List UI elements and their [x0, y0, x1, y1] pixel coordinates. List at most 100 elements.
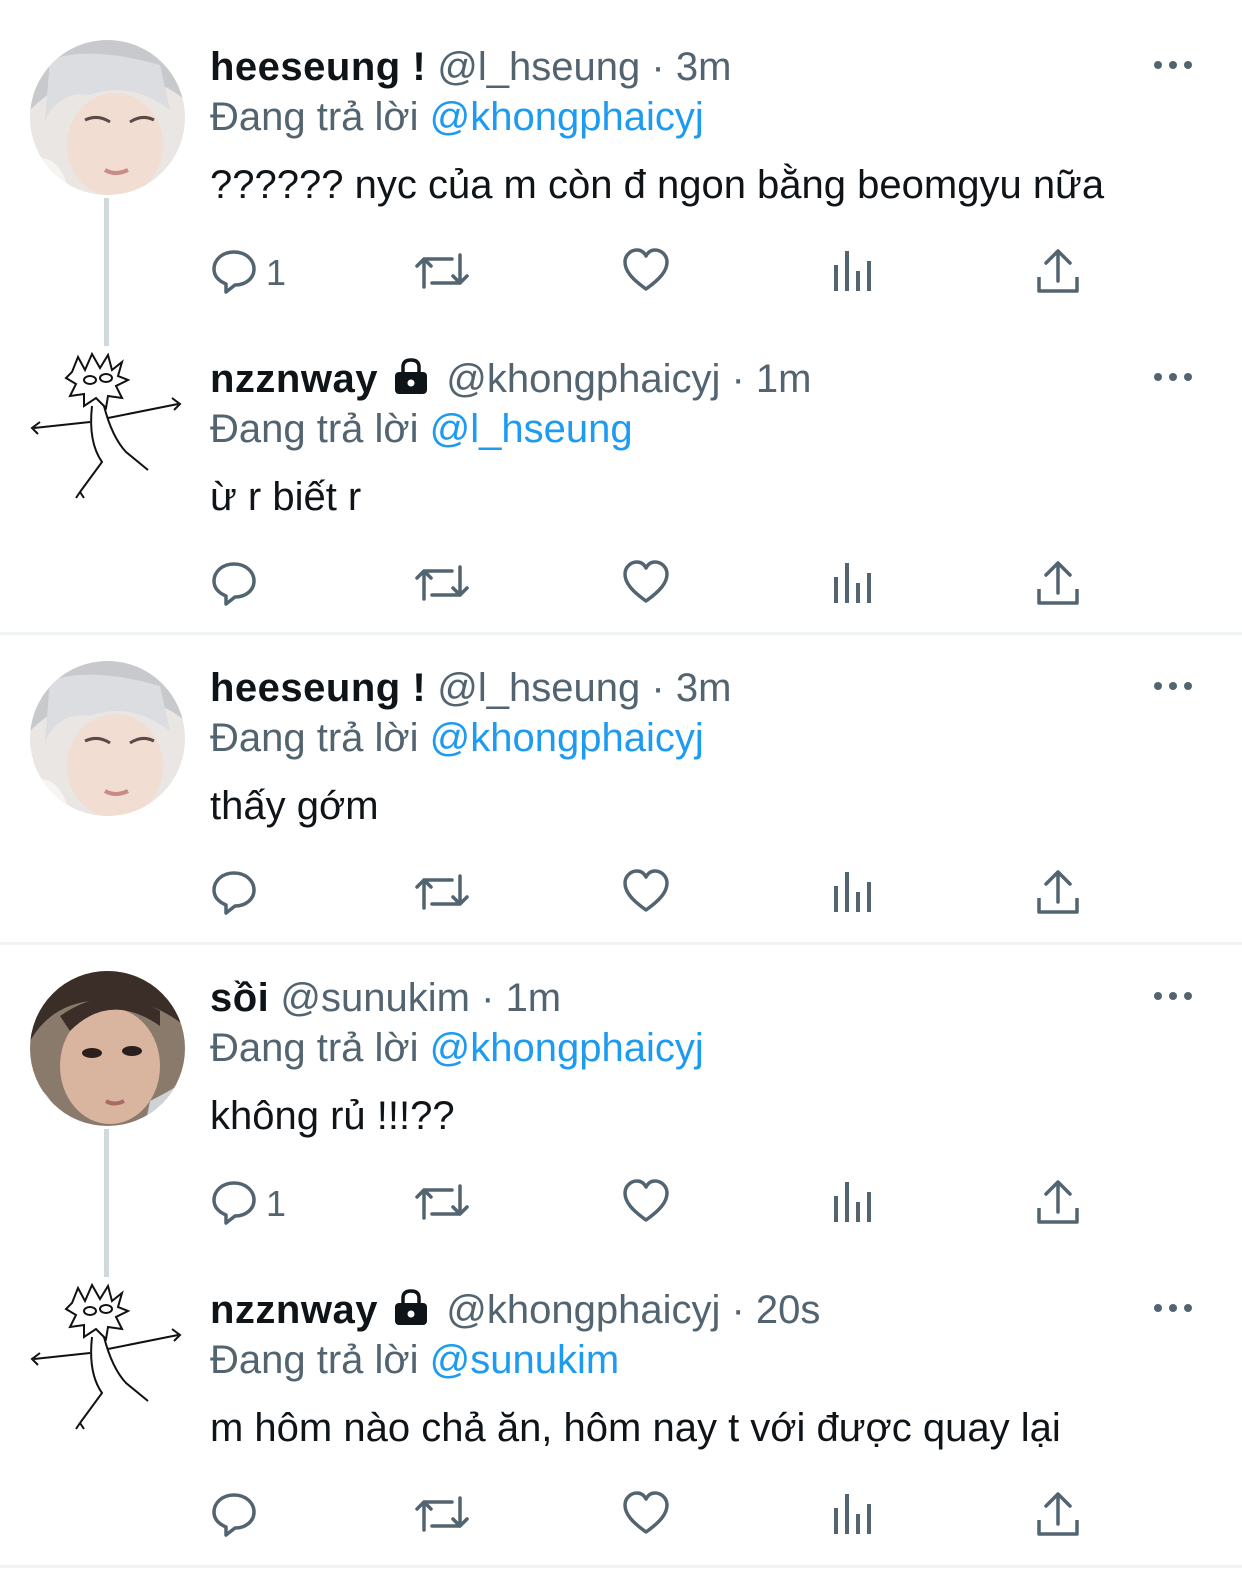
avatar[interactable] [30, 352, 185, 507]
username[interactable]: @khongphaicyj [446, 357, 720, 401]
mention-link[interactable]: @sunukim [430, 1338, 620, 1382]
display-name[interactable]: heeseung ! [210, 666, 426, 710]
tweet-header: sồi @sunukim · 1m [210, 973, 561, 1023]
tweet-text: không rủ !!!?? [210, 1094, 455, 1138]
replying-to-label: Đang trả lời [210, 95, 419, 139]
tweet-header: nzznway @khongphaicyj · 20s [210, 1285, 820, 1339]
mention-link[interactable]: @l_hseung [430, 407, 633, 451]
reply-icon [210, 1178, 258, 1231]
tweet-text: m hôm nào chả ăn, hôm nay t với được qua… [210, 1406, 1061, 1450]
retweet-button[interactable] [414, 1169, 470, 1239]
avatar[interactable] [30, 1283, 185, 1438]
reply-icon [210, 559, 258, 612]
avatar[interactable] [30, 971, 185, 1126]
divider [0, 1565, 1242, 1568]
username[interactable]: @sunukim [280, 976, 470, 1020]
share-button[interactable] [1034, 238, 1082, 308]
retweet-button[interactable] [414, 550, 470, 620]
divider [0, 632, 1242, 635]
like-icon [622, 247, 670, 300]
avatar[interactable] [30, 40, 185, 195]
separator-dot: · [731, 357, 745, 401]
lock-icon [391, 356, 431, 408]
replying-to-label: Đang trả lời [210, 716, 419, 760]
display-name[interactable]: heeseung ! [210, 45, 426, 89]
mention-link[interactable]: @khongphaicyj [430, 1026, 704, 1070]
retweet-button[interactable] [414, 1481, 470, 1551]
tweet[interactable]: heeseung ! @l_hseung · 3m Đang trả lời @… [0, 40, 1242, 312]
analytics-button[interactable] [830, 1481, 874, 1551]
more-icon[interactable] [1150, 663, 1196, 709]
reply-button[interactable] [210, 1481, 266, 1551]
tweet[interactable]: nzznway @khongphaicyj · 20s Đang trả lời… [0, 1283, 1242, 1555]
more-icon[interactable] [1150, 42, 1196, 88]
tweet[interactable]: heeseung ! @l_hseung · 3m Đang trả lời @… [0, 661, 1242, 933]
share-icon [1034, 868, 1082, 921]
tweet-actions [210, 859, 1110, 929]
reply-button[interactable]: 1 [210, 238, 286, 308]
analytics-button[interactable] [830, 859, 874, 929]
replying-to: Đang trả lời @l_hseung [210, 404, 633, 454]
share-button[interactable] [1034, 1169, 1082, 1239]
separator-dot: · [651, 666, 665, 710]
like-icon [622, 559, 670, 612]
analytics-button[interactable] [830, 238, 874, 308]
share-icon [1034, 1178, 1082, 1231]
more-icon[interactable] [1150, 354, 1196, 400]
like-button[interactable] [622, 238, 670, 308]
analytics-button[interactable] [830, 550, 874, 620]
more-icon[interactable] [1150, 1285, 1196, 1331]
display-name[interactable]: sồi [210, 976, 269, 1020]
replying-to: Đang trả lời @khongphaicyj [210, 713, 704, 763]
reply-button[interactable]: 1 [210, 1169, 286, 1239]
share-button[interactable] [1034, 859, 1082, 929]
timestamp[interactable]: 20s [756, 1288, 821, 1332]
share-icon [1034, 1490, 1082, 1543]
separator-dot: · [731, 1288, 745, 1332]
retweet-icon [414, 559, 470, 612]
like-button[interactable] [622, 859, 670, 929]
username[interactable]: @l_hseung [437, 666, 640, 710]
tweet-text: ?????? nyc của m còn đ ngon bằng beomgyu… [210, 163, 1105, 207]
tweet-header: heeseung ! @l_hseung · 3m [210, 663, 731, 713]
separator-dot: · [651, 45, 665, 89]
like-icon [622, 868, 670, 921]
retweet-icon [414, 868, 470, 921]
replying-to: Đang trả lời @khongphaicyj [210, 92, 704, 142]
tweet[interactable]: nzznway @khongphaicyj · 1m Đang trả lời … [0, 352, 1242, 624]
analytics-icon [830, 1178, 874, 1231]
tweet[interactable]: sồi @sunukim · 1m Đang trả lời @khongpha… [0, 971, 1242, 1243]
share-button[interactable] [1034, 550, 1082, 620]
timestamp[interactable]: 1m [756, 357, 812, 401]
replying-to: Đang trả lời @sunukim [210, 1335, 619, 1385]
like-button[interactable] [622, 550, 670, 620]
share-button[interactable] [1034, 1481, 1082, 1551]
timestamp[interactable]: 3m [676, 45, 732, 89]
lock-icon [391, 1287, 431, 1339]
like-button[interactable] [622, 1481, 670, 1551]
more-icon[interactable] [1150, 973, 1196, 1019]
analytics-icon [830, 247, 874, 300]
divider [0, 942, 1242, 945]
avatar[interactable] [30, 661, 185, 816]
mention-link[interactable]: @khongphaicyj [430, 716, 704, 760]
reply-count: 1 [266, 1183, 287, 1224]
username[interactable]: @l_hseung [437, 45, 640, 89]
like-button[interactable] [622, 1169, 670, 1239]
replying-to-label: Đang trả lời [210, 1338, 419, 1382]
retweet-button[interactable] [414, 238, 470, 308]
mention-link[interactable]: @khongphaicyj [430, 95, 704, 139]
reply-button[interactable] [210, 550, 266, 620]
timestamp[interactable]: 3m [676, 666, 732, 710]
tweet-header: heeseung ! @l_hseung · 3m [210, 42, 731, 92]
timestamp[interactable]: 1m [506, 976, 562, 1020]
reply-button[interactable] [210, 859, 266, 929]
username[interactable]: @khongphaicyj [446, 1288, 720, 1332]
tweet-actions: 1 [210, 238, 1110, 308]
replying-to-label: Đang trả lời [210, 407, 419, 451]
display-name[interactable]: nzznway [210, 357, 378, 401]
analytics-button[interactable] [830, 1169, 874, 1239]
retweet-button[interactable] [414, 859, 470, 929]
display-name[interactable]: nzznway [210, 1288, 378, 1332]
share-icon [1034, 559, 1082, 612]
